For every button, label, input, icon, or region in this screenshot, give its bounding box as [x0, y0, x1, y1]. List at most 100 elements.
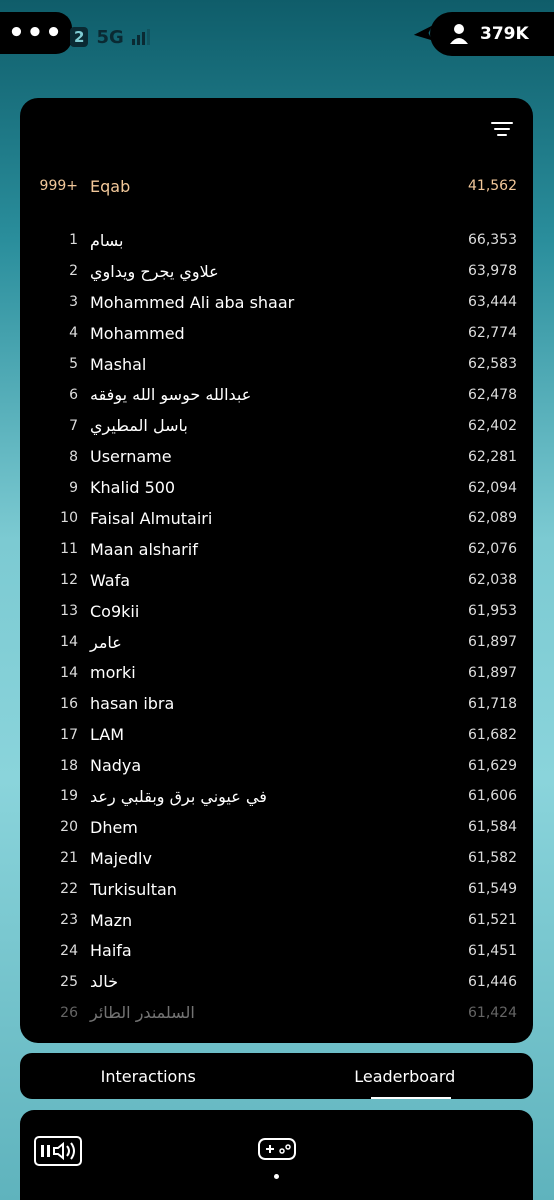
leaderboard-row[interactable]: 24 Haifa 61,451 [20, 935, 533, 966]
audio-toggle-icon[interactable] [34, 1136, 82, 1166]
top-bar: ••• 2 5G 379K [0, 0, 554, 70]
row-name: Mashal [90, 354, 147, 374]
leaderboard-row[interactable]: 3 Mohammed Ali aba shaar 63,444 [20, 287, 533, 318]
leaderboard-row[interactable]: 25 خالد 61,446 [20, 966, 533, 997]
row-name: السلمندر الطائر [90, 1003, 195, 1023]
more-icon: ••• [8, 18, 64, 48]
row-score: 61,584 [468, 819, 517, 836]
row-score: 66,353 [468, 232, 517, 249]
row-score: 63,978 [468, 263, 517, 280]
row-rank: 11 [60, 541, 78, 558]
row-rank: 7 [69, 417, 78, 434]
row-rank: 19 [60, 788, 78, 805]
coins-value: 379K [480, 24, 529, 44]
leaderboard-row[interactable]: 19 في عيوني برق وبقلبي رعد 61,606 [20, 781, 533, 812]
row-score: 61,582 [468, 850, 517, 867]
row-rank: 4 [69, 325, 78, 342]
leaderboard-row[interactable]: 8 Username 62,281 [20, 441, 533, 472]
tab-bar: Interactions Leaderboard [20, 1053, 533, 1099]
signal-icon [131, 29, 150, 45]
row-score: 61,897 [468, 664, 517, 681]
leaderboard-row[interactable]: 10 Faisal Almutairi 62,089 [20, 503, 533, 534]
leaderboard-row[interactable]: 11 Maan alsharif 62,076 [20, 534, 533, 565]
row-rank: 21 [60, 850, 78, 867]
gamepad-icon[interactable] [258, 1138, 296, 1160]
my-name: Eqab [90, 176, 131, 196]
leaderboard-row[interactable]: 7 باسل المطيري 62,402 [20, 410, 533, 441]
row-rank: 18 [60, 757, 78, 774]
row-name: Mohammed Ali aba shaar [90, 292, 295, 312]
row-name: Khalid 500 [90, 478, 176, 498]
my-rank-row: 999+ Eqab 41,562 [20, 170, 533, 202]
more-menu-button[interactable]: ••• [0, 12, 72, 54]
row-score: 62,076 [468, 541, 517, 558]
row-name: Username [90, 447, 172, 467]
row-name: morki [90, 663, 136, 683]
row-name: عامر [90, 632, 122, 652]
leaderboard-row[interactable]: 20 Dhem 61,584 [20, 812, 533, 843]
row-name: Faisal Almutairi [90, 508, 213, 528]
leaderboard-row[interactable]: 5 Mashal 62,583 [20, 349, 533, 380]
row-name: بسام [90, 230, 124, 250]
row-rank: 13 [60, 603, 78, 620]
leaderboard-card: 999+ Eqab 41,562 1 بسام 66,353 2 علاوي يجرح … [20, 98, 533, 1043]
row-rank: 1 [69, 232, 78, 249]
leaderboard-row[interactable]: 22 Turkisultan 61,549 [20, 874, 533, 905]
row-score: 63,444 [468, 294, 517, 311]
leaderboard-row[interactable]: 2 علاوي يجرح ويداوي 63,978 [20, 256, 533, 287]
leaderboard-row[interactable]: 6 عبدالله حوسو الله يوفقه 62,478 [20, 379, 533, 410]
tab-interactions[interactable]: Interactions [20, 1053, 277, 1099]
coins-badge[interactable]: 379K [430, 12, 554, 56]
row-name: Dhem [90, 817, 138, 837]
row-rank: 8 [69, 448, 78, 465]
sim-badge: 2 [70, 27, 89, 47]
row-score: 62,281 [468, 448, 517, 465]
row-name: Maan alsharif [90, 539, 198, 559]
row-score: 61,446 [468, 973, 517, 990]
leaderboard-row[interactable]: 13 Co9kii 61,953 [20, 596, 533, 627]
row-score: 61,953 [468, 603, 517, 620]
row-rank: 3 [69, 294, 78, 311]
row-score: 61,451 [468, 942, 517, 959]
leaderboard-row[interactable]: 26 السلمندر الطائر 61,424 [20, 997, 533, 1028]
row-score: 61,897 [468, 634, 517, 651]
row-score: 61,606 [468, 788, 517, 805]
row-rank: 23 [60, 912, 78, 929]
row-rank: 9 [69, 479, 78, 496]
leaderboard-row[interactable]: 4 Mohammed 62,774 [20, 318, 533, 349]
row-rank: 25 [60, 973, 78, 990]
row-name: Haifa [90, 941, 132, 961]
row-rank: 14 [60, 664, 78, 681]
row-score: 61,549 [468, 881, 517, 898]
row-name: Turkisultan [90, 879, 177, 899]
row-rank: 12 [60, 572, 78, 589]
leaderboard-row[interactable]: 9 Khalid 500 62,094 [20, 472, 533, 503]
leaderboard-row[interactable]: 17 LAM 61,682 [20, 719, 533, 750]
leaderboard-row[interactable]: 16 hasan ibra 61,718 [20, 688, 533, 719]
page-indicator-dot [274, 1174, 279, 1179]
my-score: 41,562 [468, 178, 517, 194]
leaderboard-list[interactable]: 1 بسام 66,353 2 علاوي يجرح ويداوي 63,978 3 Moha… [20, 225, 533, 1028]
filter-icon[interactable] [491, 122, 513, 142]
row-rank: 14 [60, 634, 78, 651]
row-score: 62,583 [468, 356, 517, 372]
leaderboard-row[interactable]: 21 Majedlv 61,582 [20, 843, 533, 874]
leaderboard-row[interactable]: 23 Mazn 61,521 [20, 905, 533, 936]
leaderboard-row[interactable]: 14 عامر 61,897 [20, 627, 533, 658]
row-rank: 2 [69, 263, 78, 280]
row-score: 62,038 [468, 572, 517, 589]
row-rank: 16 [60, 695, 78, 712]
leaderboard-row[interactable]: 12 Wafa 62,038 [20, 565, 533, 596]
row-rank: 17 [60, 726, 78, 743]
leaderboard-row[interactable]: 18 Nadya 61,629 [20, 750, 533, 781]
row-name: Mohammed [90, 323, 185, 343]
leaderboard-row[interactable]: 14 morki 61,897 [20, 657, 533, 688]
leaderboard-row[interactable]: 1 بسام 66,353 [20, 225, 533, 256]
row-name: علاوي يجرح ويداوي [90, 261, 219, 281]
row-score: 61,424 [468, 1004, 517, 1021]
row-rank: 6 [69, 386, 78, 403]
row-score: 62,094 [468, 479, 517, 496]
row-rank: 24 [60, 942, 78, 959]
row-name: Co9kii [90, 601, 140, 621]
tab-leaderboard[interactable]: Leaderboard [277, 1053, 534, 1099]
